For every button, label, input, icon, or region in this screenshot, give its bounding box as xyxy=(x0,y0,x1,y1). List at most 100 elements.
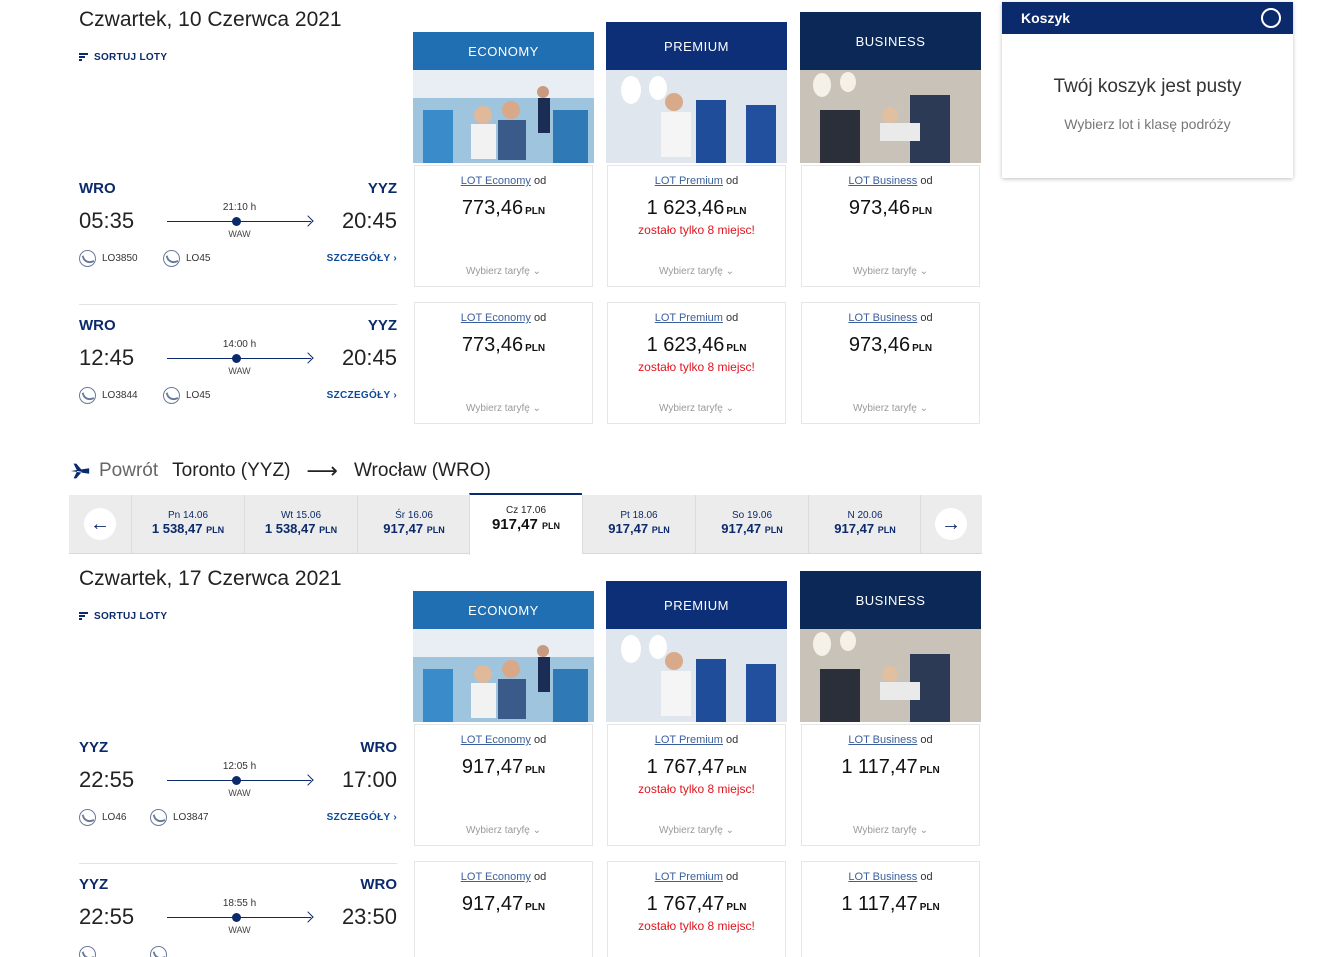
date-tab[interactable]: N 20.06 917,47 PLN xyxy=(808,495,921,553)
next-date-button[interactable]: → xyxy=(935,508,967,540)
sort-label: SORTUJ LOTY xyxy=(94,611,168,622)
return-from: Toronto (YYZ) xyxy=(172,460,291,481)
choose-fare-button[interactable]: Wybierz taryfę ⌄ xyxy=(802,403,979,414)
flight-row[interactable]: YYZ WRO 22:55 18:55 h WAW 23:50 xyxy=(79,876,397,957)
choose-fare-button[interactable]: Wybierz taryfę ⌄ xyxy=(608,403,785,414)
lot-logo-icon xyxy=(79,387,96,404)
fare-card-business[interactable]: LOT Business od 1 117,47 PLN xyxy=(801,861,980,957)
choose-fare-button[interactable]: Wybierz taryfę ⌄ xyxy=(415,825,592,836)
economy-photo xyxy=(413,70,594,163)
seats-warning xyxy=(415,782,592,797)
fare-card-premium[interactable]: LOT Premium od 1 767,47 PLN zostało tylko… xyxy=(607,724,786,846)
sort-flights-button[interactable]: SORTUJ LOTY xyxy=(79,52,167,63)
fare-link[interactable]: LOT Business xyxy=(848,871,917,883)
fare-card-economy[interactable]: LOT Economy od 917,47 PLN Wybierz taryfę … xyxy=(414,724,593,846)
business-header: BUSINESS xyxy=(800,12,981,165)
arrow-right-icon: → xyxy=(941,512,961,535)
choose-fare-button[interactable]: Wybierz taryfę ⌄ xyxy=(415,403,592,414)
flight-number-1: LO3850 xyxy=(79,250,138,267)
fare-price: 773,46 xyxy=(461,197,524,219)
fare-link[interactable]: LOT Premium xyxy=(655,175,723,187)
cart-title: Koszyk xyxy=(1021,10,1071,26)
fare-link[interactable]: LOT Economy xyxy=(461,734,531,746)
premium-label: PREMIUM xyxy=(606,22,787,70)
choose-fare-button[interactable]: Wybierz taryfę ⌄ xyxy=(608,825,785,836)
origin-code: YYZ xyxy=(79,876,109,893)
duration: 21:10 h xyxy=(222,202,257,213)
fare-card-premium[interactable]: LOT Premium od 1 623,46 PLN zostało tylko… xyxy=(607,165,786,287)
fare-link[interactable]: LOT Economy xyxy=(461,175,531,187)
seats-warning xyxy=(415,223,592,238)
flight-row[interactable]: YYZ WRO 22:55 12:05 h WAW 17:00 LO46 LO3… xyxy=(79,739,397,864)
fare-link[interactable]: LOT Economy xyxy=(461,871,531,883)
seats-warning xyxy=(802,782,979,797)
choose-fare-button[interactable]: Wybierz taryfę ⌄ xyxy=(802,266,979,277)
fare-price: 973,46 xyxy=(848,334,911,356)
date-tab[interactable]: Pn 14.06 1 538,47 PLN xyxy=(131,495,244,553)
departure-time: 12:45 xyxy=(79,345,135,370)
details-link[interactable]: SZCZEGÓŁY › xyxy=(327,253,397,264)
fare-price: 1 767,47 xyxy=(646,893,725,915)
date-tab[interactable]: So 19.06 917,47 PLN xyxy=(695,495,808,553)
inbound-date-title: Czwartek, 17 Czerwca 2021 xyxy=(79,567,342,590)
lot-logo-icon xyxy=(150,809,167,826)
fare-link[interactable]: LOT Business xyxy=(848,734,917,746)
arrival-time: 23:50 xyxy=(341,904,397,929)
economy-label: ECONOMY xyxy=(413,32,594,70)
duration: 14:00 h xyxy=(222,339,257,350)
fare-card-premium[interactable]: LOT Premium od 1 623,46 PLN zostało tylko… xyxy=(607,302,786,424)
stopover-dot xyxy=(232,776,241,785)
choose-fare-button[interactable]: Wybierz taryfę ⌄ xyxy=(608,266,785,277)
flight-number-1: LO3844 xyxy=(79,387,138,404)
details-link[interactable]: SZCZEGÓŁY › xyxy=(327,812,397,823)
fare-link[interactable]: LOT Business xyxy=(848,175,917,187)
prev-date-button[interactable]: ← xyxy=(84,508,116,540)
fare-price: 1 767,47 xyxy=(646,756,725,778)
choose-fare-button[interactable]: Wybierz taryfę ⌄ xyxy=(802,825,979,836)
details-link[interactable]: SZCZEGÓŁY › xyxy=(327,390,397,401)
fare-link[interactable]: LOT Premium xyxy=(655,312,723,324)
fare-link[interactable]: LOT Premium xyxy=(655,734,723,746)
flight-row[interactable]: WRO YYZ 12:45 14:00 h WAW 20:45 LO3844 L… xyxy=(79,317,397,442)
sort-flights-button[interactable]: SORTUJ LOTY xyxy=(79,611,167,622)
fare-price: 773,46 xyxy=(461,334,524,356)
seats-warning: zostało tylko 8 miejsc! xyxy=(638,223,755,237)
premium-header: PREMIUM xyxy=(606,22,787,165)
destination-code: YYZ xyxy=(367,317,397,334)
choose-fare-button[interactable]: Wybierz taryfę ⌄ xyxy=(415,266,592,277)
date-tab[interactable]: Pt 18.06 917,47 PLN xyxy=(582,495,695,553)
fare-card-business[interactable]: LOT Business od 973,46 PLN Wybierz taryfę… xyxy=(801,165,980,287)
fare-card-premium[interactable]: LOT Premium od 1 767,47 PLN zostało tylko… xyxy=(607,861,786,957)
stopover-code: WAW xyxy=(228,229,251,239)
fare-link[interactable]: LOT Economy xyxy=(461,312,531,324)
fare-link[interactable]: LOT Premium xyxy=(655,871,723,883)
lot-logo-icon xyxy=(163,250,180,267)
flight-number-2: LO45 xyxy=(163,250,210,267)
stopover-dot xyxy=(232,354,241,363)
date-tab[interactable]: Wt 15.06 1 538,47 PLN xyxy=(244,495,357,553)
divider xyxy=(79,863,397,864)
sort-icon xyxy=(79,612,88,621)
fare-card-business[interactable]: LOT Business od 973,46 PLN Wybierz taryfę… xyxy=(801,302,980,424)
fare-card-economy[interactable]: LOT Economy od 917,47 PLN xyxy=(414,861,593,957)
economy-header: ECONOMY xyxy=(413,32,594,165)
stopover-dot xyxy=(232,217,241,226)
departure-time: 05:35 xyxy=(79,208,135,233)
flight-number-2: LO3847 xyxy=(150,809,209,826)
fare-card-business[interactable]: LOT Business od 1 117,47 PLN Wybierz tary… xyxy=(801,724,980,846)
date-tab-active[interactable]: Cz 17.06 917,47 PLN xyxy=(469,493,582,555)
sort-icon xyxy=(79,53,88,62)
seats-warning xyxy=(415,919,592,934)
fare-link[interactable]: LOT Business xyxy=(848,312,917,324)
arrow-left-icon: ← xyxy=(90,512,110,535)
flight-row[interactable]: WRO YYZ 05:35 21:10 h WAW 20:45 LO3850 L… xyxy=(79,180,397,305)
arrival-time: 20:45 xyxy=(341,208,397,233)
return-label: Powrót xyxy=(99,460,159,481)
economy-photo xyxy=(413,629,594,722)
flight-number-1: LO46 xyxy=(79,809,126,826)
date-tab[interactable]: Śr 16.06 917,47 PLN xyxy=(357,495,470,553)
fare-card-economy[interactable]: LOT Economy od 773,46 PLN Wybierz taryfę … xyxy=(414,165,593,287)
fare-price: 1 623,46 xyxy=(646,334,725,356)
fare-card-economy[interactable]: LOT Economy od 773,46 PLN Wybierz taryfę … xyxy=(414,302,593,424)
fare-price: 1 117,47 xyxy=(841,756,918,778)
